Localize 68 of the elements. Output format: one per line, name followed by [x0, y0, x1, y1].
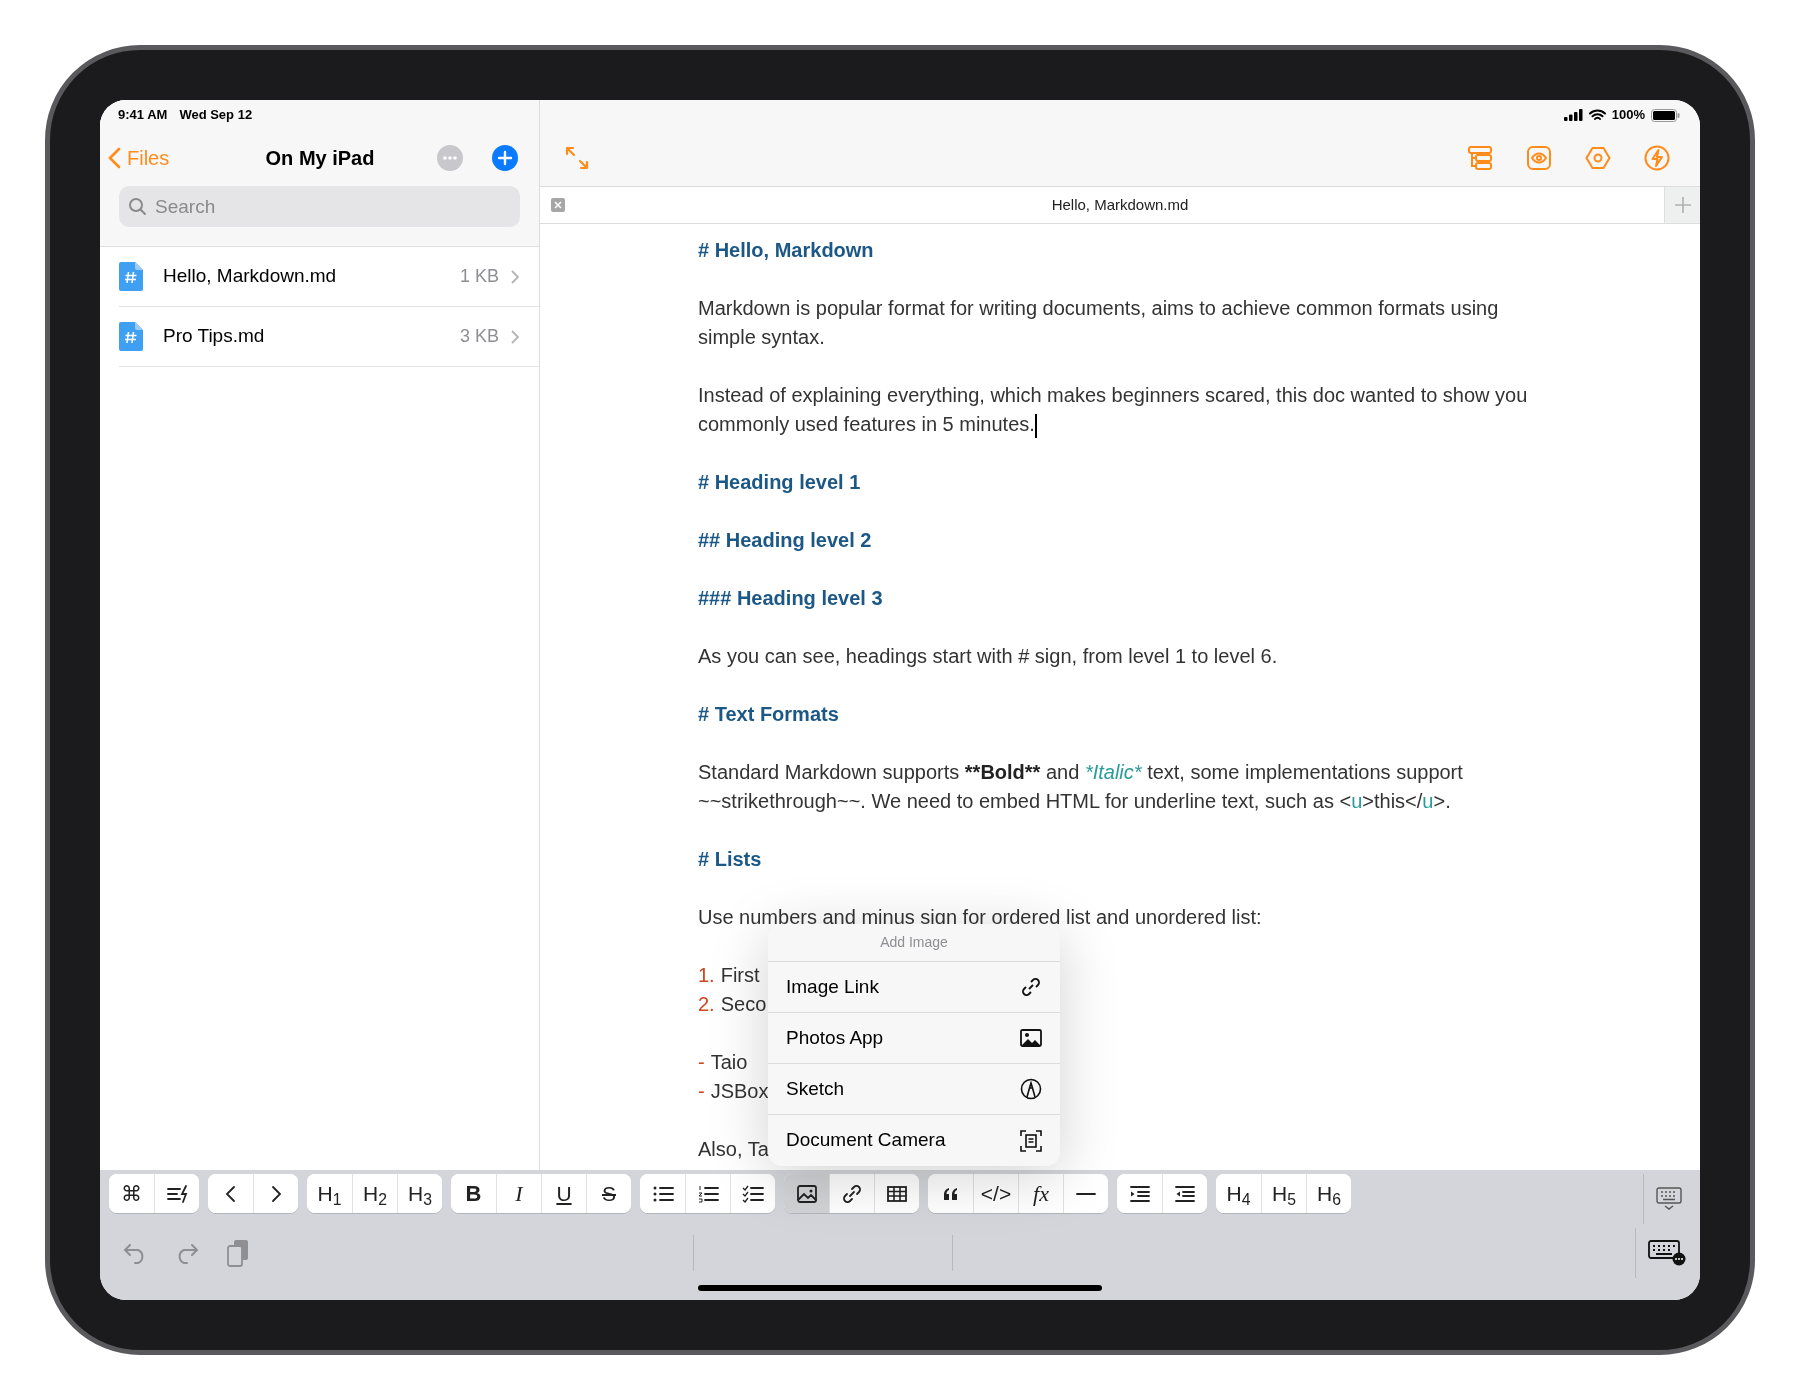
tab-title[interactable]: Hello, Markdown.md	[1051, 193, 1189, 217]
menu-title: Add Image	[768, 924, 1060, 962]
pen-circle-icon	[1020, 1078, 1042, 1100]
list-item-text: JSBox	[710, 1079, 769, 1104]
list-marker: 2.	[698, 992, 715, 1017]
paragraph-text: Instead of explaining everything, which makes beginners scared, this doc wanted to show you commonly used features in 5 minutes.	[698, 381, 1538, 439]
paragraph-text: Also, Ta	[698, 1137, 769, 1162]
link-icon	[1020, 976, 1042, 998]
keyboard-options-icon[interactable]	[1648, 1240, 1686, 1266]
toolbar-button[interactable]	[784, 1174, 829, 1213]
toolbar-button[interactable]: H$_{6}$	[1306, 1174, 1351, 1213]
keyboard-hide-icon[interactable]	[1656, 1187, 1682, 1211]
battery-percent: 100%	[1611, 106, 1645, 125]
menu-item[interactable]: Photos App	[768, 1013, 1060, 1064]
markdown-file-icon	[119, 262, 143, 291]
file-row[interactable]: Pro Tips.md 3 KB	[119, 307, 539, 367]
search-icon	[128, 197, 147, 216]
list-marker: 1.	[698, 963, 715, 988]
plus-icon	[1673, 196, 1692, 214]
file-row[interactable]: Hello, Markdown.md 1 KB	[119, 247, 539, 307]
signal-icon	[1563, 109, 1583, 121]
list-item-text: Seco	[720, 992, 767, 1017]
file-size: 3 KB	[459, 325, 499, 348]
search-field[interactable]: Search	[119, 186, 520, 227]
menu-item[interactable]: Document Camera	[768, 1115, 1060, 1166]
status-time: 9:41 AM	[118, 106, 168, 125]
clipboard-icon[interactable]	[226, 1239, 250, 1267]
paragraph-text: As you can see, headings start with # sign, from level 1 to level 6.	[698, 644, 1278, 669]
paragraph-text: Markdown is popular format for writing documents, aims to achieve common formats using simple syntax.	[698, 296, 1500, 350]
paragraph-text: Standard Markdown supports **Bold** and *Italic* text, some implementations support ~~strikethrough~~. We need to embed HTML for underline text, such as <u>this</u>.	[698, 760, 1464, 814]
toolbar-button[interactable]	[1063, 1174, 1108, 1213]
list-marker: -	[698, 1050, 705, 1075]
list-item-text: First	[720, 963, 760, 988]
battery-icon	[1651, 108, 1680, 122]
image-icon	[795, 1182, 818, 1205]
sidebar-title: On My iPad	[264, 146, 376, 171]
list-item-text: Taio	[710, 1050, 748, 1075]
markdown-heading: ## Heading level 2	[698, 528, 872, 553]
add-icon[interactable]	[492, 145, 518, 171]
scan-icon	[1020, 1129, 1042, 1152]
toolbar-button[interactable]	[874, 1174, 919, 1213]
toolbar-button[interactable]	[253, 1174, 298, 1213]
menu-item[interactable]: Image Link	[768, 962, 1060, 1013]
chevron-right-icon	[511, 329, 519, 344]
toolbar-button[interactable]: H$_{3}$	[397, 1174, 442, 1213]
markdown-heading: # Heading level 1	[698, 470, 861, 495]
toolbar-button[interactable]	[730, 1174, 775, 1213]
chevron-right-icon	[511, 269, 519, 284]
markdown-file-icon	[119, 322, 143, 351]
link-icon	[841, 1182, 863, 1205]
quick-format-icon	[166, 1182, 188, 1205]
file-size: 1 KB	[459, 265, 499, 288]
markdown-heading: # Hello, Markdown	[698, 238, 874, 263]
file-name: Pro Tips.md	[163, 324, 265, 349]
wifi-icon	[1588, 108, 1606, 122]
horizontal-rule-icon	[1075, 1192, 1097, 1195]
chevron-left-icon	[108, 147, 121, 169]
list-marker: -	[698, 1079, 705, 1104]
markdown-heading: # Text Formats	[698, 702, 839, 727]
toolbar-button[interactable]	[154, 1174, 199, 1213]
menu-item[interactable]: Sketch	[768, 1064, 1060, 1115]
markdown-heading: # Lists	[698, 847, 762, 872]
toolbar-button[interactable]: S	[586, 1174, 631, 1213]
toolbar-button[interactable]	[1162, 1174, 1207, 1213]
file-name: Hello, Markdown.md	[163, 264, 337, 289]
status-date: Wed Sep 12	[179, 106, 253, 125]
markdown-heading: ### Heading level 3	[698, 586, 883, 611]
photo-icon	[1020, 1029, 1042, 1047]
